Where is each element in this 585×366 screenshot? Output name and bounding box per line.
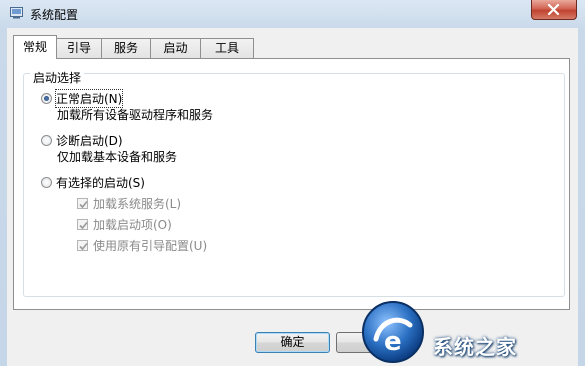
check-icon <box>79 200 88 209</box>
svg-text:e: e <box>384 327 402 357</box>
group-label: 启动选择 <box>30 69 85 86</box>
ok-button[interactable]: 确定 <box>255 332 330 353</box>
selective-startup-radio[interactable] <box>41 177 52 188</box>
diagnostic-startup-description: 仅加载基本设备和服务 <box>57 150 178 164</box>
normal-startup-description: 加载所有设备驱动程序和服务 <box>57 108 214 122</box>
radio-selected-dot <box>44 96 49 101</box>
close-button[interactable] <box>531 0 577 20</box>
use-original-boot-config-checkbox[interactable] <box>77 240 88 251</box>
tab-startup[interactable]: 启动 <box>150 38 201 58</box>
use-original-boot-config-label: 使用原有引导配置(U) <box>93 239 208 253</box>
tab-general[interactable]: 常规 <box>13 35 57 59</box>
close-icon <box>547 4 560 15</box>
watermark: e 系统之家 <box>358 293 585 366</box>
app-icon <box>10 7 24 19</box>
tab-boot[interactable]: 引导 <box>56 38 102 58</box>
check-icon <box>79 221 88 230</box>
title-bar[interactable]: 系统配置 <box>0 0 585 28</box>
load-startup-items-label: 加载启动项(O) <box>93 218 172 232</box>
window-title: 系统配置 <box>30 8 79 22</box>
load-system-services-label: 加载系统服务(L) <box>93 197 182 211</box>
load-startup-items-checkbox[interactable] <box>77 219 88 230</box>
tab-tools[interactable]: 工具 <box>200 38 254 58</box>
load-system-services-checkbox[interactable] <box>77 198 88 209</box>
window: 系统配置 常规 引导 服务 启动 工具 启动选择 正常启动(N) 加载所有设备驱… <box>0 0 585 366</box>
watermark-logo-icon: e <box>362 301 424 363</box>
tab-panel-general: 启动选择 正常启动(N) 加载所有设备驱动程序和服务 诊断启动(D) 仅加载基本… <box>13 58 570 310</box>
normal-startup-radio[interactable] <box>41 93 52 104</box>
diagnostic-startup-label[interactable]: 诊断启动(D) <box>56 132 123 149</box>
tab-services[interactable]: 服务 <box>101 38 151 58</box>
normal-startup-label[interactable]: 正常启动(N) <box>54 89 124 108</box>
check-icon <box>79 242 88 251</box>
selective-startup-label[interactable]: 有选择的启动(S) <box>56 174 145 191</box>
watermark-text: 系统之家 <box>433 335 517 359</box>
diagnostic-startup-radio[interactable] <box>41 135 52 146</box>
